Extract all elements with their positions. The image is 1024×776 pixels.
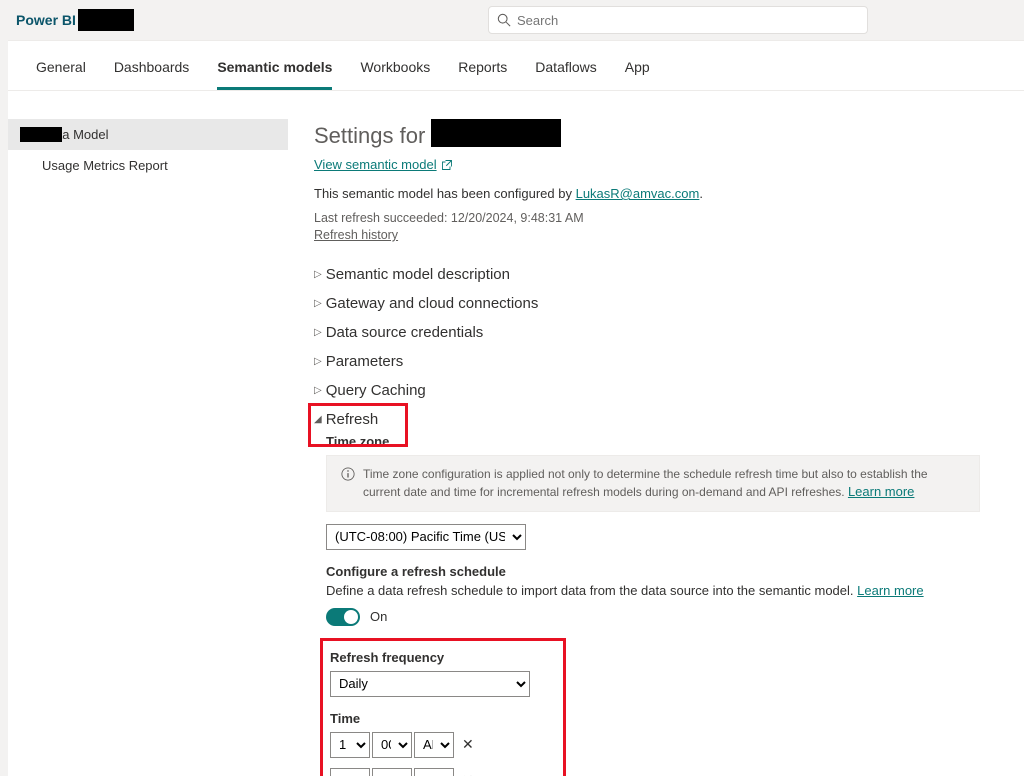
configured-by-email-link[interactable]: LukasR@amvac.com xyxy=(576,186,700,201)
frequency-label: Refresh frequency xyxy=(330,650,1000,665)
settings-panel: Settings for View semantic model This se… xyxy=(288,91,1024,776)
timezone-learn-more-link[interactable]: Learn more xyxy=(848,484,914,499)
external-link-icon xyxy=(441,159,453,171)
content-area: General Dashboards Semantic models Workb… xyxy=(8,40,1024,776)
accordion-description[interactable]: ▷Semantic model description xyxy=(314,260,1004,289)
remove-time-button[interactable]: ✕ xyxy=(456,772,480,776)
sidebar-item-data-model[interactable]: Data Model xyxy=(8,119,288,150)
accordion-caching[interactable]: ▷Query Caching xyxy=(314,376,1004,405)
view-semantic-model-link[interactable]: View semantic model xyxy=(314,157,437,172)
hour-select[interactable]: 1 xyxy=(330,732,370,758)
search-input[interactable] xyxy=(517,13,859,28)
schedule-toggle[interactable] xyxy=(326,608,360,626)
global-search[interactable] xyxy=(488,6,868,34)
sidebar-item-usage-metrics[interactable]: Usage Metrics Report xyxy=(8,150,288,181)
page-title: Settings for xyxy=(314,123,425,149)
time-label: Time xyxy=(330,711,1000,726)
info-icon xyxy=(341,467,355,481)
hour-select[interactable]: 1 xyxy=(330,768,370,776)
tab-reports[interactable]: Reports xyxy=(458,53,507,90)
time-row: 1 00 AM ✕ xyxy=(330,732,1000,758)
configured-by-text: This semantic model has been configured … xyxy=(314,186,1004,201)
top-header: Power BI xyxy=(0,0,1024,40)
tab-general[interactable]: General xyxy=(36,53,86,90)
tab-workbooks[interactable]: Workbooks xyxy=(360,53,430,90)
ampm-select[interactable]: AM xyxy=(414,768,454,776)
settings-tabs: General Dashboards Semantic models Workb… xyxy=(8,41,1024,91)
redacted-block xyxy=(20,127,62,142)
search-icon xyxy=(497,13,511,27)
app-logo-text: Power BI xyxy=(16,12,76,28)
chevron-down-icon: ◢ xyxy=(314,414,322,425)
timezone-label: Time zone xyxy=(326,434,1004,449)
timezone-info-box: Time zone configuration is applied not o… xyxy=(326,455,980,512)
remove-time-button[interactable]: ✕ xyxy=(456,736,480,753)
time-row: 1 00 AM ✕ xyxy=(330,768,1000,776)
toggle-state-label: On xyxy=(370,609,387,624)
chevron-right-icon: ▷ xyxy=(314,327,322,338)
schedule-learn-more-link[interactable]: Learn more xyxy=(857,583,923,598)
ampm-select[interactable]: AM xyxy=(414,732,454,758)
timezone-select[interactable]: (UTC-08:00) Pacific Time (US and Canada) xyxy=(326,524,526,550)
accordion-credentials[interactable]: ▷Data source credentials xyxy=(314,318,1004,347)
chevron-right-icon: ▷ xyxy=(314,385,322,396)
refresh-history-link[interactable]: Refresh history xyxy=(314,228,398,242)
sidebar-item-label: Usage Metrics Report xyxy=(42,158,168,173)
schedule-description: Define a data refresh schedule to import… xyxy=(326,583,1004,598)
tab-app[interactable]: App xyxy=(625,53,650,90)
redacted-block xyxy=(431,119,561,147)
chevron-right-icon: ▷ xyxy=(314,269,322,280)
last-refresh-text: Last refresh succeeded: 12/20/2024, 9:48… xyxy=(314,211,1004,225)
tab-dashboards[interactable]: Dashboards xyxy=(114,53,190,90)
schedule-title: Configure a refresh schedule xyxy=(326,564,1004,579)
chevron-right-icon: ▷ xyxy=(314,298,322,309)
minute-select[interactable]: 00 xyxy=(372,732,412,758)
dataset-sidebar: Data Model Usage Metrics Report xyxy=(8,91,288,776)
accordion-refresh[interactable]: ◢Refresh xyxy=(314,405,1004,434)
tab-semantic-models[interactable]: Semantic models xyxy=(217,53,332,90)
accordion-parameters[interactable]: ▷Parameters xyxy=(314,347,1004,376)
redacted-block xyxy=(78,9,134,31)
minute-select[interactable]: 00 xyxy=(372,768,412,776)
accordion-gateway[interactable]: ▷Gateway and cloud connections xyxy=(314,289,1004,318)
tab-dataflows[interactable]: Dataflows xyxy=(535,53,596,90)
frequency-select[interactable]: Daily xyxy=(330,671,530,697)
chevron-right-icon: ▷ xyxy=(314,356,322,367)
